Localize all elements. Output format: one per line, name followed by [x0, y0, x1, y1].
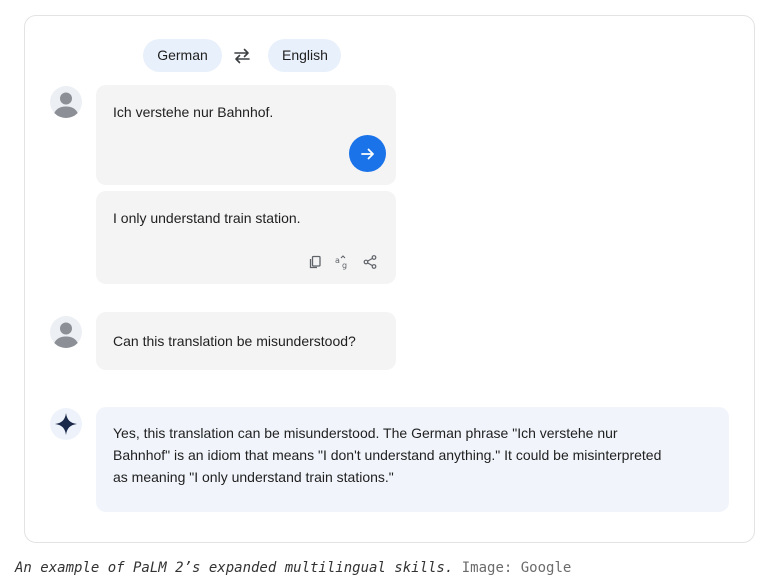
assistant-avatar [50, 408, 82, 440]
swap-arrows-icon[interactable] [232, 46, 252, 66]
sparkle-icon [55, 413, 77, 435]
source-text: Ich verstehe nur Bahnhof. [113, 104, 274, 120]
user-avatar [50, 86, 82, 118]
translation-text: I only understand train station. [113, 210, 301, 226]
person-icon [53, 92, 79, 118]
image-caption: An example of PaLM 2’s expanded multilin… [15, 560, 571, 576]
answer-line: Bahnhof" is an idiom that means "I don't… [113, 447, 662, 463]
user-question-text: Can this translation be misunderstood? [113, 333, 356, 349]
translation-bubble: I only understand train station. a g [96, 191, 396, 284]
svg-text:a: a [335, 256, 340, 265]
share-icon[interactable] [362, 254, 378, 270]
caption-credit: Image: Google [453, 560, 572, 576]
source-text-bubble: Ich verstehe nur Bahnhof. [96, 85, 396, 185]
arrow-right-icon [360, 148, 374, 159]
person-icon [53, 322, 79, 348]
caption-text: An example of PaLM 2’s expanded multilin… [15, 560, 454, 576]
answer-line: Yes, this translation can be misundersto… [113, 425, 618, 441]
user-avatar [50, 316, 82, 348]
copy-icon[interactable] [307, 254, 323, 270]
assistant-answer-bubble: Yes, this translation can be misundersto… [96, 407, 729, 512]
source-language-button[interactable]: German [143, 39, 222, 72]
answer-line: as meaning "I only understand train stat… [113, 469, 394, 485]
svg-text:g: g [342, 261, 347, 270]
user-question-bubble: Can this translation be misunderstood? [96, 312, 396, 370]
translate-feedback-icon[interactable]: a g [335, 254, 351, 270]
target-language-button[interactable]: English [268, 39, 341, 72]
send-button[interactable] [349, 135, 386, 172]
